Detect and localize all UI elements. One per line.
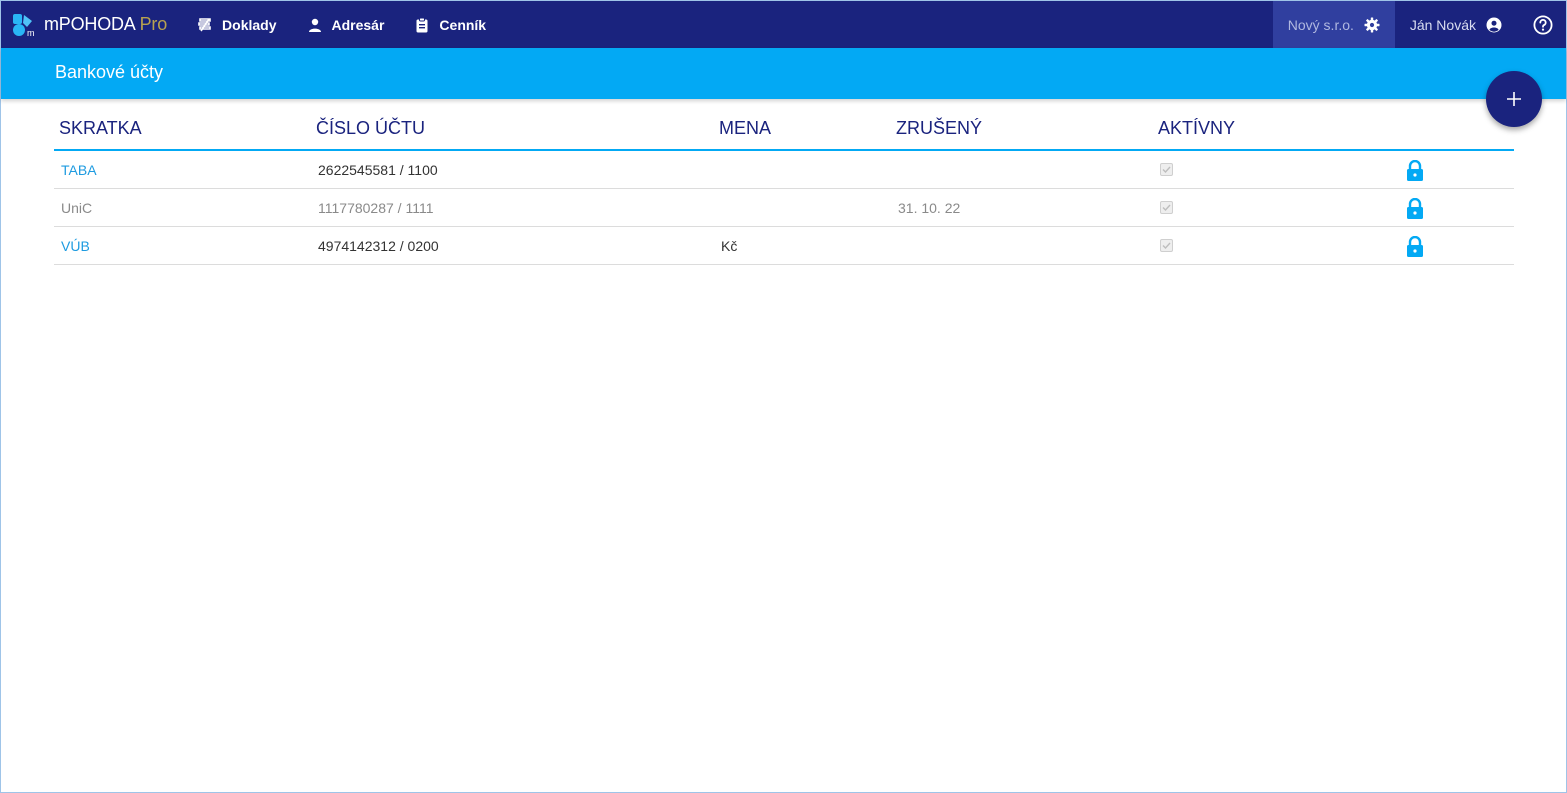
account-number: 1117780287 / 1111 [318,200,434,216]
gear-icon [1364,17,1380,32]
nav-doklady-label: Doklady [222,16,277,33]
app-logo[interactable]: m mPOHODA Pro [12,1,167,48]
account-cancelled-date: 31. 10. 22 [898,200,961,216]
table-header: SKRATKA ČÍSLO ÚČTU MENA ZRUŠENÝ AKTÍVNY [54,111,1514,151]
column-header-skratka[interactable]: SKRATKA [59,118,142,139]
account-code-link[interactable]: VÚB [61,238,90,254]
nav-cennik[interactable]: Cenník [414,17,486,33]
column-header-mena[interactable]: MENA [719,118,771,139]
lock-button[interactable] [1405,235,1425,258]
check-icon [1162,166,1171,174]
nav-doklady[interactable]: Doklady [197,16,277,33]
app-brand: mPOHODA Pro [44,14,167,35]
active-checkbox [1160,163,1173,176]
svg-text:m: m [27,28,35,37]
lock-button[interactable] [1405,197,1425,220]
account-number: 2622545581 / 1100 [318,162,438,178]
nav-adresar[interactable]: Adresár [307,16,385,33]
account-code-link[interactable]: UniC [61,200,92,216]
lock-icon [1407,235,1423,257]
table-row: VÚB 4974142312 / 0200 Kč [54,227,1514,265]
bank-accounts-table: SKRATKA ČÍSLO ÚČTU MENA ZRUŠENÝ AKTÍVNY … [54,111,1514,265]
column-header-zruseny[interactable]: ZRUŠENÝ [896,118,982,139]
account-code-link[interactable]: TABA [61,162,97,178]
help-button[interactable] [1533,14,1553,35]
check-icon [1162,204,1171,212]
column-header-aktivny[interactable]: AKTÍVNY [1158,118,1235,139]
top-navigation-bar: m mPOHODA Pro Doklady Adresár Cenník Nov… [1,1,1566,48]
active-checkbox [1160,239,1173,252]
pohoda-logo-icon: m [13,13,35,37]
documents-icon [198,17,211,31]
main-nav: Doklady Adresár Cenník [197,17,516,33]
nav-adresar-label: Adresár [331,16,385,33]
column-header-cislo-uctu[interactable]: ČÍSLO ÚČTU [316,118,425,139]
header-right: Nový s.r.o. Ján Novák [1272,1,1566,48]
plus-icon [1507,92,1521,106]
brand-name: mPOHODA [44,14,136,34]
lock-button[interactable] [1405,159,1425,182]
question-circle-icon [1533,14,1553,35]
company-name: Nový s.r.o. [1287,16,1354,33]
lock-icon [1407,197,1423,219]
user-name: Ján Novák [1409,16,1476,33]
clipboard-icon [416,17,428,32]
user-menu[interactable]: Ján Novák [1410,17,1502,33]
user-circle-icon [1486,17,1502,32]
person-icon [308,18,321,32]
brand-edition: Pro [139,14,168,34]
lock-icon [1407,159,1423,181]
page-header: Bankové účty [1,48,1566,99]
company-selector[interactable]: Nový s.r.o. [1272,1,1395,48]
page-title: Bankové účty [55,62,164,82]
account-number: 4974142312 / 0200 [318,238,439,254]
check-icon [1162,242,1171,250]
nav-cennik-label: Cenník [439,16,487,33]
table-row: UniC 1117780287 / 1111 31. 10. 22 [54,189,1514,227]
account-currency: Kč [721,238,738,254]
active-checkbox [1160,201,1173,214]
table-row: TABA 2622545581 / 1100 [54,151,1514,189]
